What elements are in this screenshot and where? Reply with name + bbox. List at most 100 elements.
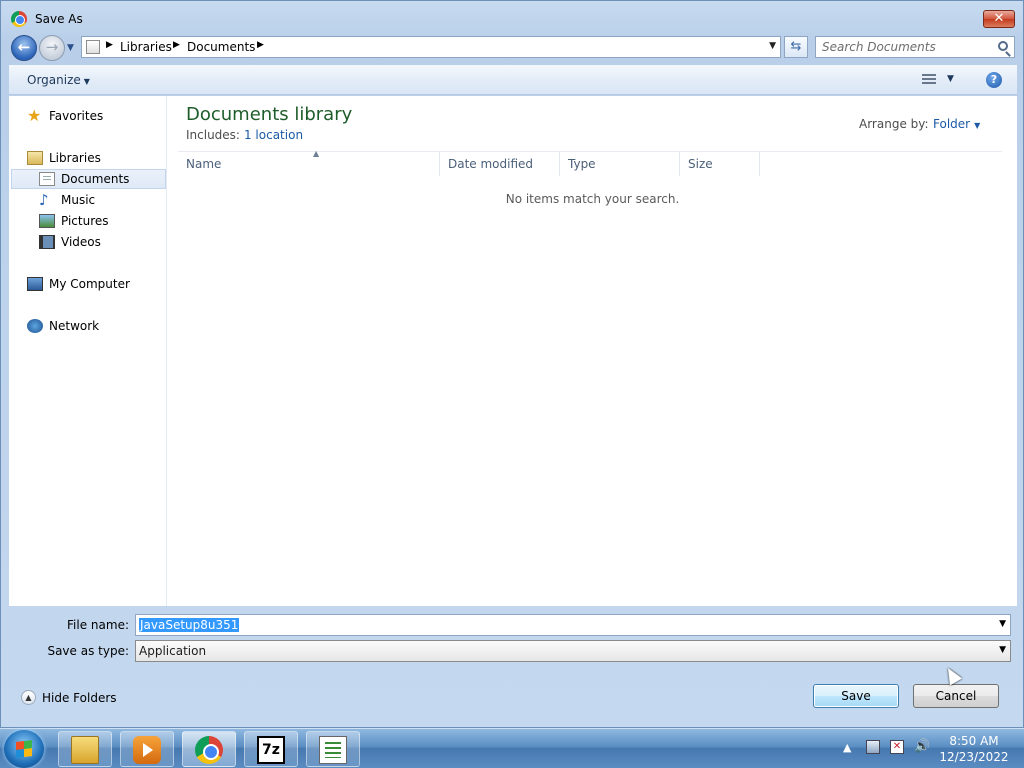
navigation-bar: ← → ▼ ▶ Libraries ▶ Documents ▶ ▼ ⇆ bbox=[1, 35, 1023, 61]
view-options-icon[interactable] bbox=[922, 74, 936, 86]
sidebar-item-network[interactable]: Network bbox=[27, 316, 99, 336]
back-button[interactable]: ← bbox=[11, 35, 37, 61]
show-hidden-icons-icon[interactable]: ▲ bbox=[843, 741, 851, 754]
network-icon bbox=[27, 319, 43, 333]
star-icon: ★ bbox=[27, 106, 42, 125]
savetype-value: Application bbox=[139, 644, 207, 658]
filename-label: File name: bbox=[67, 618, 129, 632]
sidebar-item-documents[interactable]: Documents bbox=[11, 169, 166, 189]
sidebar-item-pictures[interactable]: Pictures bbox=[39, 211, 109, 231]
volume-icon[interactable]: 🔊 bbox=[914, 740, 930, 754]
sidebar-item-libraries[interactable]: Libraries bbox=[27, 148, 101, 168]
system-clock[interactable]: 8:50 AM 12/23/2022 bbox=[936, 733, 1012, 765]
search-box[interactable] bbox=[815, 36, 1015, 58]
arrange-by-value: Folder bbox=[933, 117, 971, 131]
chrome-icon bbox=[11, 11, 27, 27]
cancel-button[interactable]: Cancel bbox=[913, 684, 999, 708]
chevron-down-icon[interactable]: ▼ bbox=[999, 619, 1006, 629]
column-header: ▲ Name Date modified Type Size bbox=[178, 149, 1002, 176]
7zip-icon: 7z bbox=[257, 736, 285, 764]
chevron-up-icon: ▲ bbox=[21, 690, 36, 705]
sidebar-item-label: Music bbox=[61, 193, 96, 207]
address-bar[interactable]: ▶ Libraries ▶ Documents ▶ ▼ bbox=[81, 36, 781, 58]
pictures-icon bbox=[39, 214, 55, 228]
arrange-by-dropdown[interactable]: Folder ▼ bbox=[933, 117, 980, 131]
explorer-icon bbox=[71, 736, 99, 764]
view-dropdown-icon[interactable]: ▼ bbox=[947, 74, 954, 84]
chevron-down-icon[interactable]: ▼ bbox=[999, 645, 1006, 655]
command-bar: Organize ▼ ▼ ? bbox=[9, 65, 1017, 95]
taskbar-task-list-button[interactable] bbox=[306, 731, 360, 767]
main-panel: ★ Favorites Libraries Documents ♪ Music … bbox=[9, 96, 1017, 606]
media-player-icon bbox=[133, 736, 161, 764]
library-icon bbox=[27, 151, 43, 165]
breadcrumb-arrow-icon[interactable]: ▶ bbox=[257, 40, 264, 50]
arrange-by-label: Arrange by: bbox=[859, 117, 929, 131]
search-icon[interactable] bbox=[998, 41, 1008, 51]
history-dropdown-icon[interactable]: ▼ bbox=[67, 43, 74, 53]
organize-button[interactable]: Organize ▼ bbox=[27, 73, 90, 87]
column-header-date-modified[interactable]: Date modified bbox=[440, 152, 560, 176]
breadcrumb-documents[interactable]: Documents bbox=[187, 40, 255, 54]
savetype-label: Save as type: bbox=[47, 644, 129, 658]
help-button[interactable]: ? bbox=[986, 72, 1002, 88]
network-status-icon[interactable] bbox=[866, 740, 880, 754]
empty-message: No items match your search. bbox=[505, 192, 680, 206]
clock-date: 12/23/2022 bbox=[939, 750, 1009, 764]
sidebar-item-label: My Computer bbox=[49, 277, 130, 291]
chevron-down-icon: ▼ bbox=[974, 121, 981, 130]
filename-input[interactable]: JavaSetup8u351 bbox=[139, 618, 240, 632]
column-header-name[interactable]: Name bbox=[178, 152, 440, 176]
refresh-button[interactable]: ⇆ bbox=[784, 36, 808, 58]
address-dropdown-icon[interactable]: ▼ bbox=[769, 41, 776, 51]
sidebar-item-label: Libraries bbox=[49, 151, 101, 165]
sidebar-item-label: Pictures bbox=[61, 214, 109, 228]
navigation-pane: ★ Favorites Libraries Documents ♪ Music … bbox=[9, 96, 167, 606]
action-center-icon[interactable]: ✕ bbox=[890, 740, 904, 754]
close-button[interactable]: ✕ bbox=[983, 10, 1015, 28]
column-header-type[interactable]: Type bbox=[560, 152, 680, 176]
file-list-pane: Documents library Includes: 1 location Ar… bbox=[168, 96, 1017, 606]
breadcrumb-arrow-icon[interactable]: ▶ bbox=[106, 40, 113, 50]
sidebar-item-label: Documents bbox=[61, 172, 130, 186]
videos-icon bbox=[39, 235, 55, 249]
clock-time: 8:50 AM bbox=[949, 734, 999, 748]
forward-button[interactable]: → bbox=[39, 35, 65, 61]
computer-icon bbox=[27, 277, 43, 291]
sidebar-item-my-computer[interactable]: My Computer bbox=[27, 274, 130, 294]
column-header-size[interactable]: Size bbox=[680, 152, 760, 176]
music-icon: ♪ bbox=[39, 191, 49, 209]
chevron-down-icon: ▼ bbox=[83, 77, 90, 86]
includes-label: Includes: bbox=[186, 128, 240, 142]
hide-folders-label: Hide Folders bbox=[42, 690, 117, 705]
search-input[interactable] bbox=[822, 40, 992, 54]
taskbar: 7z ▲ ✕ 🔊 8:50 AM 12/23/2022 bbox=[0, 728, 1024, 768]
breadcrumb-libraries[interactable]: Libraries bbox=[120, 40, 172, 54]
taskbar-media-player-button[interactable] bbox=[120, 731, 174, 767]
organize-label: Organize bbox=[27, 73, 81, 87]
sidebar-item-music[interactable]: ♪ Music bbox=[39, 190, 95, 210]
title-bar[interactable]: Save As ✕ bbox=[1, 1, 1023, 35]
start-button[interactable] bbox=[4, 730, 44, 768]
location-icon bbox=[86, 40, 100, 54]
sidebar-item-favorites[interactable]: ★ Favorites bbox=[27, 106, 103, 126]
sidebar-item-label: Videos bbox=[61, 235, 101, 249]
includes-info: Includes: 1 location bbox=[186, 128, 303, 142]
library-title: Documents library bbox=[186, 104, 353, 125]
window-title: Save As bbox=[35, 12, 83, 26]
savetype-select[interactable]: Application ▼ bbox=[135, 640, 1011, 662]
hide-folders-button[interactable]: ▲ Hide Folders bbox=[21, 690, 117, 705]
includes-location-link[interactable]: 1 location bbox=[244, 128, 303, 142]
sidebar-item-videos[interactable]: Videos bbox=[39, 232, 101, 252]
breadcrumb-arrow-icon[interactable]: ▶ bbox=[173, 40, 180, 50]
sidebar-item-label: Network bbox=[49, 319, 100, 333]
taskbar-7zip-button[interactable]: 7z bbox=[244, 731, 298, 767]
filename-value: JavaSetup8u351 bbox=[139, 618, 240, 632]
save-button[interactable]: Save bbox=[813, 684, 899, 708]
taskbar-explorer-button[interactable] bbox=[58, 731, 112, 767]
task-list-icon bbox=[319, 736, 347, 764]
taskbar-chrome-button[interactable] bbox=[182, 731, 236, 767]
save-as-dialog: Save As ✕ ← → ▼ ▶ Libraries ▶ Documents … bbox=[0, 0, 1024, 728]
sidebar-item-label: Favorites bbox=[49, 109, 104, 123]
filename-field[interactable]: JavaSetup8u351 ▼ bbox=[135, 614, 1011, 636]
